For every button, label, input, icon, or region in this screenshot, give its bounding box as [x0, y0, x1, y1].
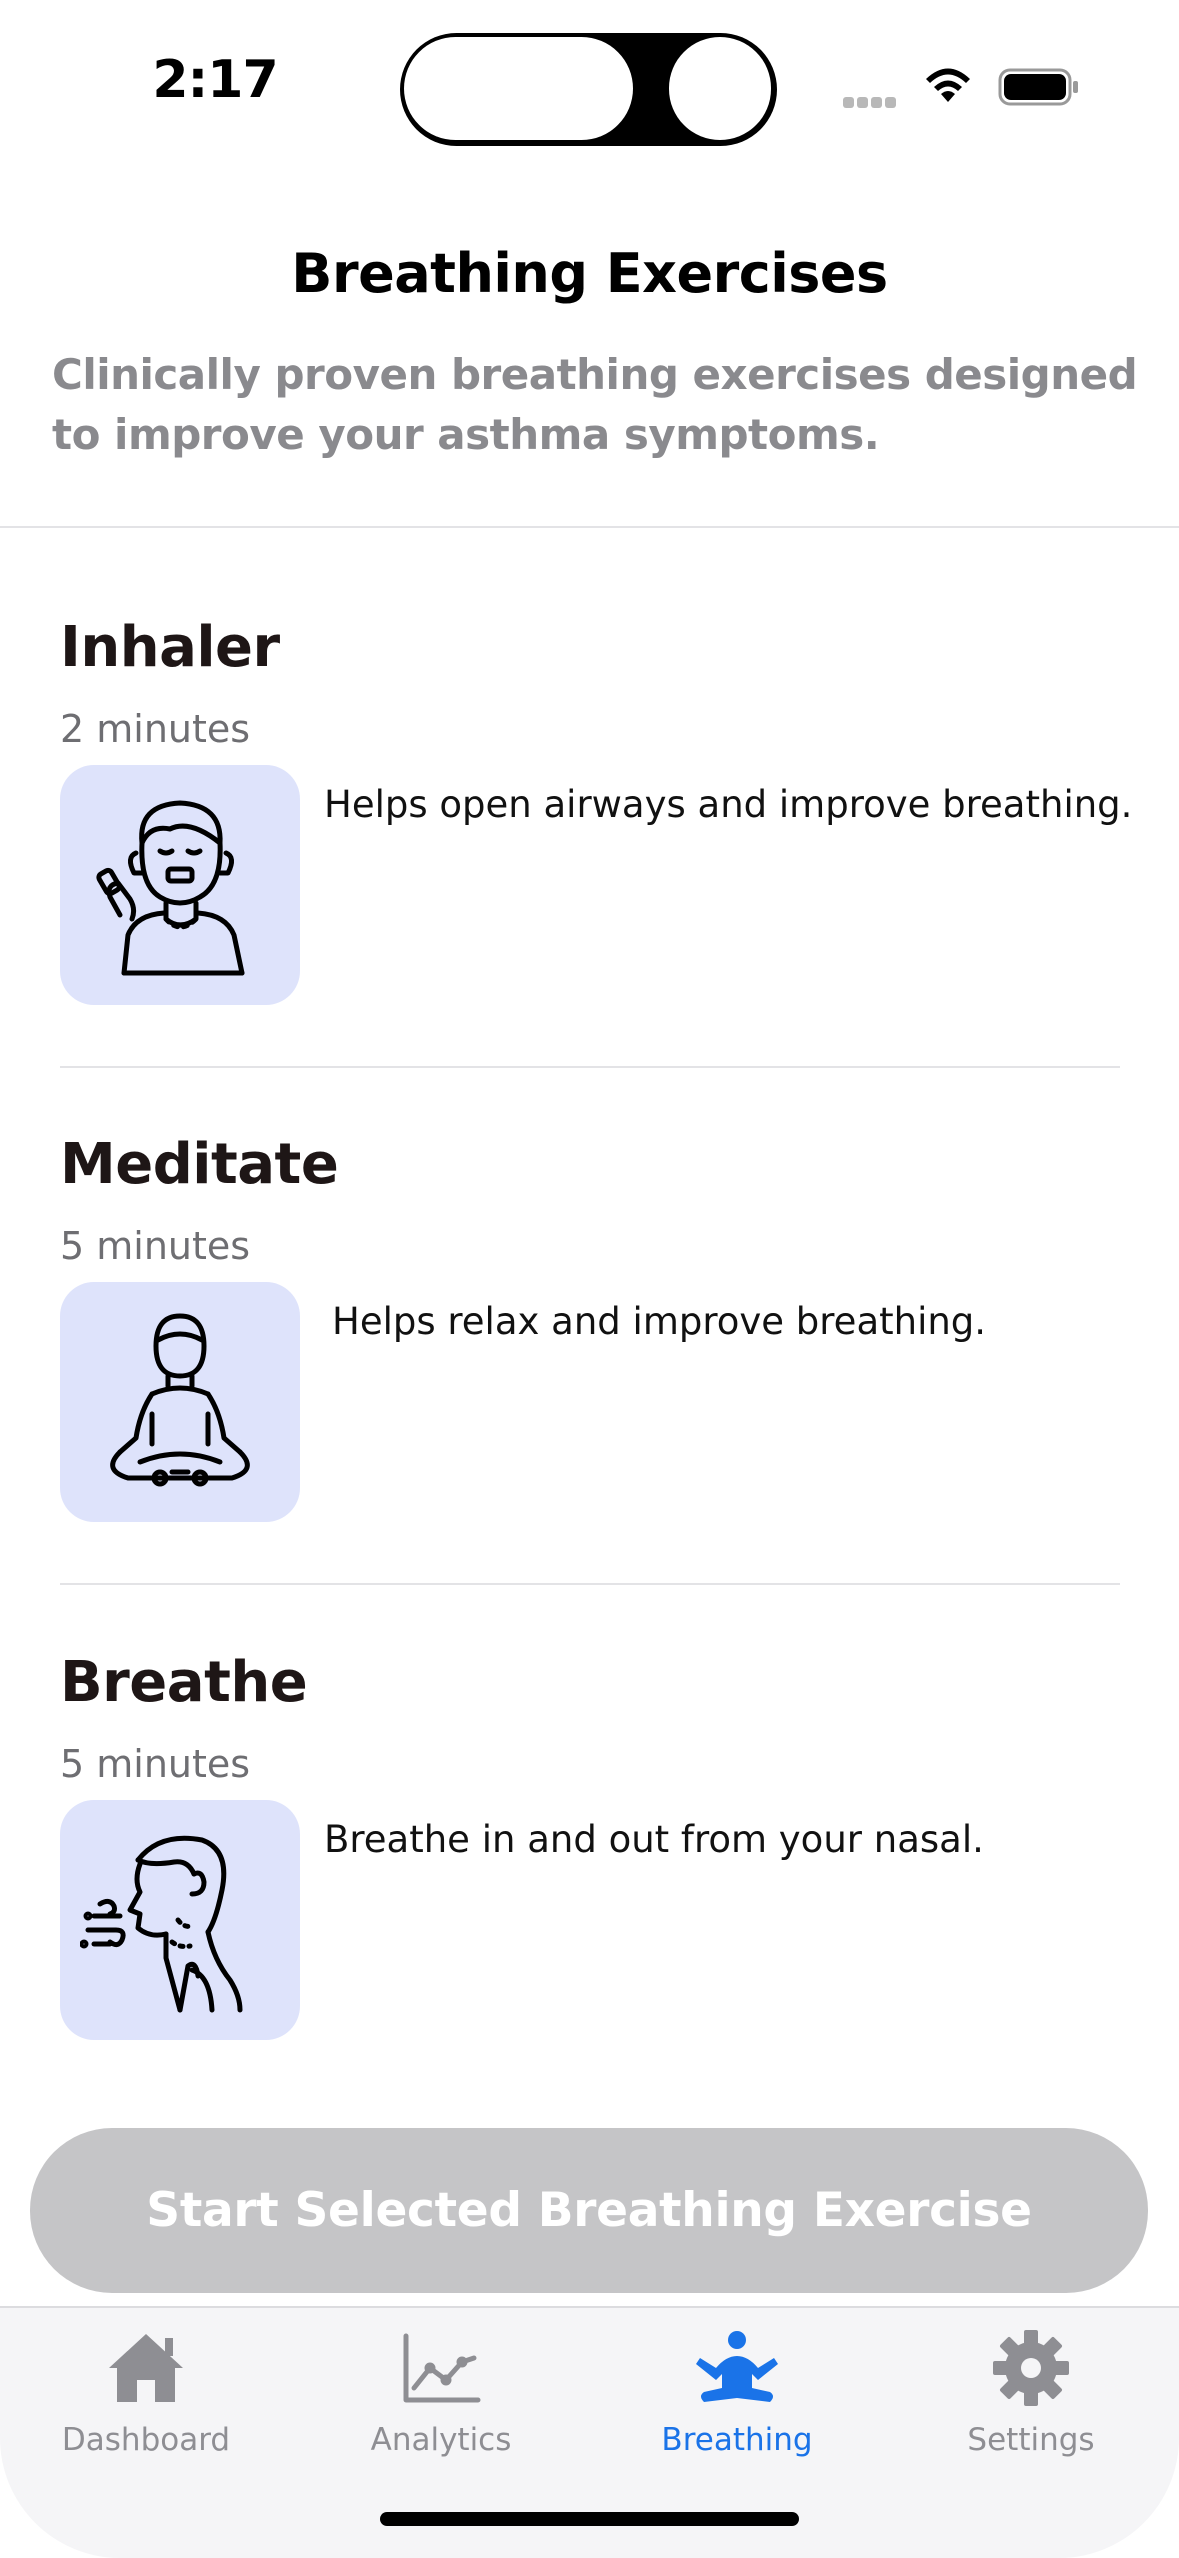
page-title: Breathing Exercises	[291, 242, 888, 305]
page-subtitle: Clinically proven breathing exercises de…	[52, 350, 1138, 459]
home-indicator	[380, 2512, 799, 2526]
meditation-icon	[696, 2331, 778, 2402]
meditation-person-icon	[110, 1313, 250, 1487]
tab-label: Breathing	[661, 2422, 813, 2458]
exercise-duration: 5 minutes	[60, 1224, 251, 1268]
gear-icon	[993, 2330, 1069, 2406]
exercise-description: Helps relax and improve breathing.	[332, 1300, 987, 1343]
exercise-thumbnail	[60, 1282, 300, 1522]
tab-dashboard[interactable]: Dashboard	[26, 2328, 266, 2488]
line-chart-icon	[403, 2333, 481, 2403]
header-divider	[0, 526, 1179, 528]
exercise-divider	[60, 1066, 1120, 1068]
exercise-thumbnail	[60, 1800, 300, 2040]
battery-icon	[998, 68, 1078, 106]
status-time: 2:17	[152, 50, 278, 110]
exercise-item-inhaler[interactable]: Inhaler 2 minutes Helps open airways and…	[60, 615, 1132, 1065]
exercise-name: Inhaler	[60, 615, 280, 680]
tab-analytics[interactable]: Analytics	[321, 2328, 561, 2488]
exercise-item-meditate[interactable]: Meditate 5 minutes Helps relax and impro…	[60, 1132, 1120, 1582]
exercise-name: Breathe	[60, 1650, 308, 1715]
exercise-duration: 5 minutes	[60, 1742, 251, 1786]
exercise-divider	[60, 1583, 1120, 1585]
exercise-thumbnail	[60, 765, 300, 1005]
tab-label: Analytics	[370, 2422, 512, 2458]
inhaler-person-icon	[96, 800, 245, 976]
exercise-description: Breathe in and out from your nasal.	[324, 1818, 984, 1861]
tab-label: Settings	[967, 2422, 1095, 2458]
exercise-name: Meditate	[60, 1132, 339, 1197]
wifi-icon	[926, 68, 970, 102]
exercise-item-breathe[interactable]: Breathe 5 minutes Breathe in and out fro…	[60, 1650, 1120, 2100]
exhale-person-icon	[80, 1835, 243, 2013]
dynamic-island	[400, 33, 777, 146]
tab-settings[interactable]: Settings	[911, 2328, 1151, 2488]
house-icon	[109, 2334, 183, 2402]
start-exercise-button[interactable]: Start Selected Breathing Exercise	[30, 2128, 1148, 2293]
tab-label: Dashboard	[61, 2422, 231, 2458]
exercise-duration: 2 minutes	[60, 707, 251, 751]
signal-dots-icon	[843, 93, 899, 112]
tab-breathing[interactable]: Breathing	[617, 2328, 857, 2488]
exercise-description: Helps open airways and improve breathing…	[324, 783, 1133, 826]
